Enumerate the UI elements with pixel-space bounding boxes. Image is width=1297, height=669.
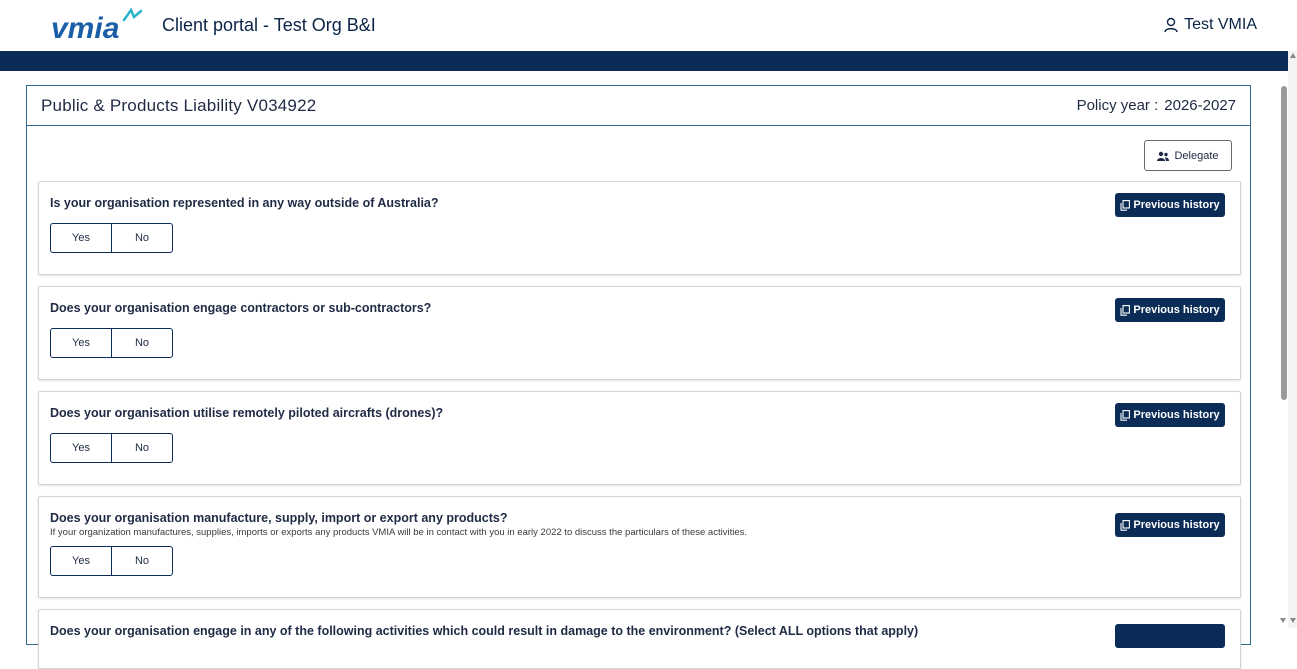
yes-no-toggle: Yes No — [50, 223, 173, 253]
policy-year: Policy year : 2026-2027 — [1077, 97, 1236, 114]
policy-year-value: 2026-2027 — [1164, 97, 1236, 114]
previous-history-label: Previous history — [1133, 304, 1220, 316]
svg-text:vmia: vmia — [51, 12, 119, 42]
question-text: Does your organisation utilise remotely … — [50, 406, 444, 420]
no-option[interactable]: No — [111, 547, 172, 575]
portal-title: Client portal - Test Org B&I — [162, 15, 376, 35]
previous-history-label: Previous history — [1133, 199, 1220, 211]
previous-history-button[interactable]: Previous history — [1115, 513, 1225, 537]
yes-option[interactable]: Yes — [51, 329, 111, 357]
question-card: Does your organisation engage in any of … — [38, 609, 1241, 669]
user-name: Test VMIA — [1184, 16, 1257, 33]
copy-icon — [1120, 519, 1131, 531]
delegate-label: Delegate — [1174, 149, 1219, 162]
scroll-up-arrow-icon[interactable] — [1290, 53, 1296, 58]
previous-history-button[interactable]: Previous history — [1115, 298, 1225, 322]
previous-history-label: Previous history — [1133, 409, 1220, 421]
scroll-down-arrow-icon[interactable] — [1290, 618, 1296, 623]
question-text: Does your organisation engage in any of … — [50, 624, 919, 638]
no-option[interactable]: No — [111, 434, 172, 462]
scrollbar-track[interactable] — [1288, 51, 1297, 628]
panel-title: Public & Products Liability V034922 — [41, 95, 317, 115]
policy-year-label: Policy year : — [1076, 97, 1159, 114]
vmia-logo[interactable]: vmia — [51, 8, 146, 42]
scroll-down-arrow-icon[interactable] — [1280, 618, 1286, 623]
no-option[interactable]: No — [111, 224, 172, 252]
panel-header: Public & Products Liability V034922 Poli… — [27, 86, 1250, 126]
copy-icon — [1120, 199, 1131, 211]
question-text: Does your organisation engage contractor… — [50, 301, 432, 315]
previous-history-button[interactable]: Previous history — [1115, 403, 1225, 427]
copy-icon — [1120, 304, 1131, 316]
yes-no-toggle: Yes No — [50, 546, 173, 576]
users-icon — [1157, 151, 1170, 161]
previous-history-button[interactable]: Previous history — [1115, 193, 1225, 217]
yes-option[interactable]: Yes — [51, 434, 111, 462]
yes-option[interactable]: Yes — [51, 224, 111, 252]
delegate-button[interactable]: Delegate — [1144, 140, 1232, 171]
question-text: Does your organisation manufacture, supp… — [50, 511, 508, 525]
question-card: Does your organisation utilise remotely … — [38, 391, 1241, 485]
user-menu[interactable]: Test VMIA — [1164, 16, 1257, 34]
nav-band — [0, 51, 1288, 71]
yes-no-toggle: Yes No — [50, 328, 173, 358]
policy-panel: Public & Products Liability V034922 Poli… — [26, 85, 1251, 669]
yes-no-toggle: Yes No — [50, 433, 173, 463]
top-bar: vmia Client portal - Test Org B&I Test V… — [0, 0, 1297, 51]
user-icon — [1164, 17, 1178, 33]
no-option[interactable]: No — [111, 329, 172, 357]
question-card: Does your organisation manufacture, supp… — [38, 496, 1241, 598]
yes-option[interactable]: Yes — [51, 547, 111, 575]
previous-history-label: Previous history — [1133, 519, 1220, 531]
question-card: Does your organisation engage contractor… — [38, 286, 1241, 380]
question-card: Is your organisation represented in any … — [38, 181, 1241, 275]
copy-icon — [1120, 409, 1131, 421]
scrollbar-thumb[interactable] — [1281, 86, 1287, 400]
question-text: Is your organisation represented in any … — [50, 196, 439, 210]
question-subtext: If your organization manufactures, suppl… — [50, 527, 748, 538]
